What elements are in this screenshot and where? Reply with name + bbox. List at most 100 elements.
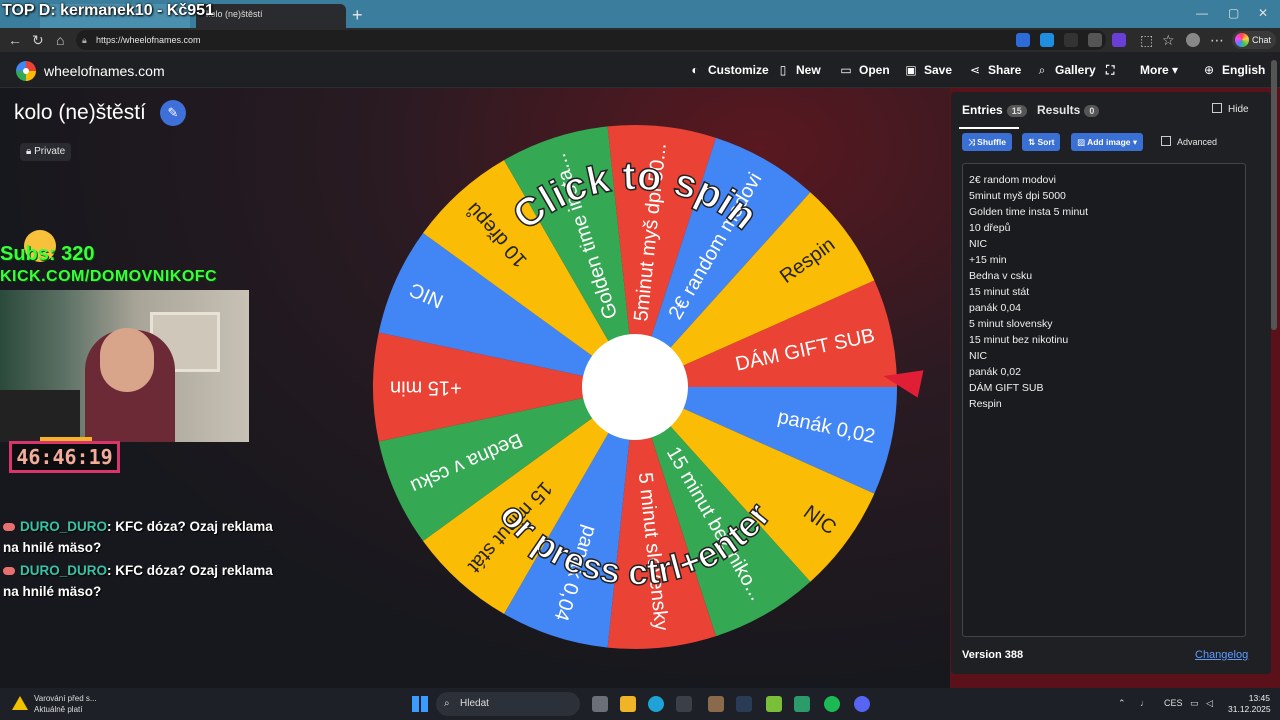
app-icon[interactable]: [766, 696, 782, 712]
sort-label: Sort: [1037, 137, 1055, 147]
chevron-down-icon: ▾: [1132, 137, 1138, 147]
add-image-label: Add image: [1087, 137, 1131, 147]
active-tab-indicator: [959, 127, 1019, 129]
app-icon[interactable]: [708, 696, 724, 712]
advanced-checkbox[interactable]: [1161, 136, 1171, 146]
wheel-center[interactable]: [582, 334, 688, 440]
steam-icon[interactable]: [736, 696, 752, 712]
wheel-svg[interactable]: DÁM GIFT SUBpanák 0,02NIC15 minut bez ni…: [370, 122, 900, 652]
brand-logo-icon[interactable]: [16, 61, 36, 81]
open-button[interactable]: ▭ Open: [839, 63, 889, 77]
file-explorer-icon[interactable]: [620, 696, 636, 712]
fullscreen-icon[interactable]: ⛶: [1106, 63, 1114, 78]
kick-channel-url: KICK.COM/DOMOVNIKOFC: [0, 268, 218, 285]
webcam-head: [100, 328, 154, 392]
browser-tab-active[interactable]: kolo (ne)štěstí: [196, 4, 346, 28]
entry-line: NIC: [969, 238, 988, 250]
new-button[interactable]: ▯ New: [776, 63, 821, 77]
share-icon: ⋖: [969, 63, 981, 77]
brand-name[interactable]: wheelofnames.com: [44, 63, 165, 79]
webcam-overlay: [0, 290, 249, 442]
extension-icon[interactable]: [1064, 33, 1078, 47]
advanced-label: Advanced: [1177, 137, 1218, 147]
network-icon[interactable]: ▭: [1190, 698, 1199, 709]
share-button[interactable]: ⋖ Share: [968, 63, 1021, 77]
language-label: English: [1222, 63, 1266, 77]
new-tab-icon[interactable]: +: [352, 5, 363, 26]
tray-chevron-icon[interactable]: ⌃: [1118, 698, 1126, 709]
weather-warning[interactable]: Varování před s... Aktuálně platí: [34, 693, 97, 715]
profile-avatar[interactable]: [1186, 33, 1200, 47]
extension-icon[interactable]: [1016, 33, 1030, 47]
sort-button[interactable]: ⇅ Sort: [1022, 133, 1061, 151]
globe-icon: ⊕: [1203, 63, 1215, 77]
spin-wheel[interactable]: DÁM GIFT SUB panák 0,02 NIC 15 minut bez ni…: [370, 122, 900, 652]
new-label: New: [796, 63, 821, 77]
entries-textarea[interactable]: 2€ random modovi 5minut myš dpi 5000 Golde…: [962, 163, 1246, 637]
entry-line: panák 0,02: [969, 366, 1021, 378]
floppy-icon: ▣: [905, 63, 917, 77]
save-button[interactable]: ▣ Save: [904, 63, 952, 77]
customize-label: Customize: [708, 63, 769, 77]
extension-icon[interactable]: [1088, 33, 1102, 47]
url-text: https://wheelofnames.com: [96, 35, 201, 45]
volume-icon[interactable]: ◁: [1206, 698, 1213, 709]
extension-icon[interactable]: [1112, 33, 1126, 47]
more-menu-button[interactable]: More ▾: [1140, 63, 1178, 77]
close-icon[interactable]: ✕: [1258, 6, 1268, 20]
lock-icon: 🔒︎: [82, 35, 87, 45]
search-icon: ⌕: [444, 698, 450, 709]
spotify-icon[interactable]: [824, 696, 840, 712]
advanced-toggle[interactable]: Advanced: [1161, 136, 1217, 147]
minimize-icon[interactable]: —: [1196, 6, 1208, 20]
share-label: Share: [988, 63, 1022, 77]
pencil-icon: ✎: [167, 105, 179, 120]
url-field[interactable]: 🔒︎ https://wheelofnames.com: [76, 30, 1106, 50]
visibility-badge: 🔒︎ Private: [20, 143, 72, 161]
store-icon[interactable]: [676, 696, 692, 712]
keyboard-language[interactable]: CES: [1164, 698, 1183, 708]
windows-start-icon[interactable]: [412, 696, 428, 712]
home-icon[interactable]: ⌂: [56, 32, 64, 48]
extension-icon[interactable]: [1040, 33, 1054, 47]
entry-line: NIC: [969, 350, 988, 362]
discord-icon[interactable]: [854, 696, 870, 712]
favorites-icon[interactable]: ☆: [1162, 32, 1175, 49]
maximize-icon[interactable]: ▢: [1228, 6, 1239, 20]
tab-results[interactable]: Results 0: [1037, 103, 1100, 117]
puzzle-icon[interactable]: ⬚: [1140, 32, 1153, 49]
hide-panel-toggle[interactable]: Hide: [1212, 103, 1249, 115]
changelog-link[interactable]: Changelog: [1195, 649, 1248, 661]
gallery-button[interactable]: ⌕ Gallery: [1035, 63, 1096, 78]
task-view-icon[interactable]: [592, 696, 608, 712]
microphone-icon[interactable]: ♩: [1140, 698, 1149, 708]
chat-badge-icon: [3, 567, 15, 576]
app-icon[interactable]: [794, 696, 810, 712]
customize-button[interactable]: ◐ Customize: [688, 63, 769, 77]
taskbar-clock[interactable]: 13:45 31.12.2025: [1228, 693, 1271, 715]
reload-icon[interactable]: ↻: [32, 32, 44, 49]
hide-label: Hide: [1228, 104, 1249, 115]
taskbar-search[interactable]: ⌕ Hledat: [436, 692, 580, 716]
edge-icon[interactable]: [648, 696, 664, 712]
warning-icon: [12, 696, 28, 710]
results-count-badge: 0: [1084, 105, 1100, 117]
hide-checkbox[interactable]: [1212, 103, 1222, 113]
tab-results-label: Results: [1037, 103, 1081, 117]
shuffle-button[interactable]: ⤨ Shuffle: [962, 133, 1012, 151]
entry-line: 15 minut stát: [969, 286, 1030, 298]
back-icon[interactable]: ←: [8, 32, 22, 48]
clock-date: 31.12.2025: [1228, 704, 1271, 714]
address-bar: ← ↻ ⌂ 🔒︎ https://wheelofnames.com ⬚ ☆ ⋯ …: [0, 28, 1280, 52]
copilot-chat-button[interactable]: Chat: [1232, 31, 1276, 49]
tab-title: kolo (ne)štěstí: [206, 9, 263, 19]
more-label: More: [1140, 63, 1169, 77]
page-scrollbar[interactable]: [1271, 60, 1277, 330]
edit-title-button[interactable]: ✎: [160, 100, 186, 126]
chat-message: DURO_DURO: KFC dóza? Ozaj reklama na hni…: [3, 560, 283, 602]
tab-entries[interactable]: Entries 15: [962, 103, 1027, 117]
more-icon[interactable]: ⋯: [1210, 32, 1224, 49]
tab-entries-label: Entries: [962, 103, 1003, 117]
language-button[interactable]: ⊕ English: [1202, 63, 1265, 77]
add-image-button[interactable]: ▨ Add image ▾: [1071, 133, 1144, 151]
